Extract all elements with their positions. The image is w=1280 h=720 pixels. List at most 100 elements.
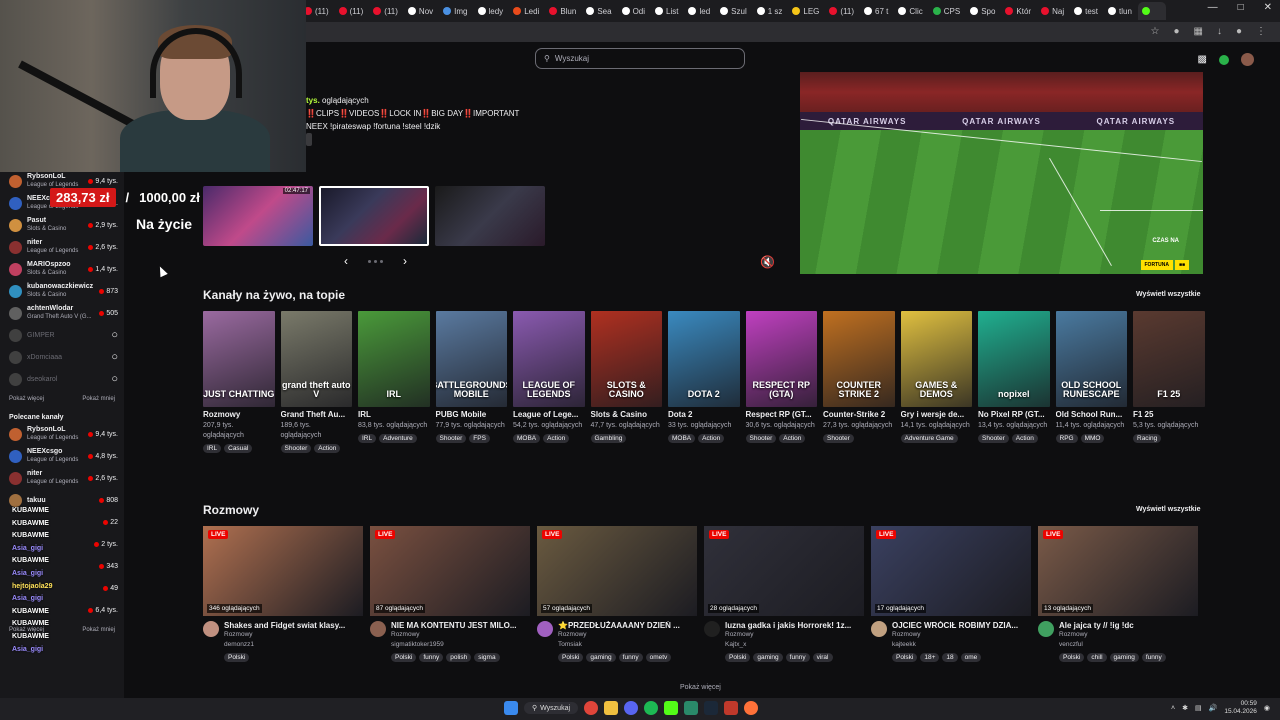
firefox-icon[interactable] xyxy=(744,701,759,715)
stream-card[interactable]: LIVE 87 oglądających NIE MA KONTENTU JEST … xyxy=(370,526,530,662)
sidebar-channel[interactable]: GIMPER ○ xyxy=(0,324,124,346)
category-card[interactable]: JUST CHATTING Rozmowy 207,9 tys. oglądając… xyxy=(203,311,275,453)
tag-pill[interactable]: ometv xyxy=(645,653,672,662)
steam-icon[interactable] xyxy=(704,701,719,715)
stream-preview[interactable]: LIVE 28 oglądających xyxy=(704,526,864,616)
categories-see-all-link[interactable]: Wyświetl wszystkie xyxy=(1136,291,1200,298)
stream-card[interactable]: LIVE 13 oglądających Ale jajca ty // !ig !… xyxy=(1038,526,1198,662)
stream-card[interactable]: LIVE 57 oglądających ⭐PRZEDŁUŻAAAANY DZIEŃ… xyxy=(537,526,697,662)
bluetooth-icon[interactable]: ✱ xyxy=(1182,704,1188,712)
stream-channel[interactable]: venczful xyxy=(1059,640,1194,650)
browser-tab[interactable]: List xyxy=(651,2,682,20)
category-art[interactable]: RESPECT RP (GTA) xyxy=(745,311,817,407)
tag-pill[interactable]: Polski xyxy=(725,653,751,662)
close-icon[interactable]: ✕ xyxy=(1264,2,1272,13)
tag-pill[interactable]: Polski xyxy=(1059,653,1085,662)
browser-tab[interactable]: Nov xyxy=(404,2,437,20)
browser-tab[interactable]: Ledi xyxy=(509,2,543,20)
tag-pill[interactable]: Racing xyxy=(1133,434,1162,443)
sidebar-channel[interactable]: niter League of Legends 2,6 tys. xyxy=(0,236,124,258)
browser-tab[interactable]: (11) xyxy=(335,2,368,20)
stream-card[interactable]: LIVE 28 oglądających luzna gadka i jakis H… xyxy=(704,526,864,662)
category-art[interactable]: DOTA 2 xyxy=(668,311,740,407)
maximize-icon[interactable]: □ xyxy=(1238,2,1244,13)
notification-bell-icon[interactable]: ◉ xyxy=(1264,704,1270,712)
tag-pill[interactable]: Shooter xyxy=(435,434,467,443)
category-card[interactable]: BATTLEGROUNDS MOBILE PUBG Mobile 77,9 tys.… xyxy=(435,311,507,453)
browser-tab[interactable]: LEG xyxy=(788,2,823,20)
stream-card[interactable]: LIVE 17 oglądających OJCIEC WRÓCIŁ ROBIMY … xyxy=(871,526,1031,662)
tag-pill[interactable]: funny xyxy=(618,653,643,662)
tag-pill[interactable]: sigma xyxy=(474,653,500,662)
chevron-left-icon[interactable]: ‹ xyxy=(344,254,348,268)
kick-icon[interactable] xyxy=(1219,54,1229,65)
tag-pill[interactable]: ome xyxy=(960,653,982,662)
tag-pill[interactable]: Gambling xyxy=(590,434,627,443)
avatar[interactable] xyxy=(537,621,553,637)
category-art[interactable]: OLD SCHOOL RUNESCAPE xyxy=(1055,311,1127,407)
stream-channel[interactable]: sigmatiktoker1959 xyxy=(391,640,526,650)
category-card[interactable]: LEAGUE OF LEGENDS League of Lege... 54,2 t… xyxy=(513,311,585,453)
streams-see-all-link[interactable]: Wyświetl wszystkie xyxy=(1136,506,1200,513)
discord-icon[interactable] xyxy=(624,701,639,715)
profile-icon[interactable]: ● xyxy=(1236,26,1242,37)
browser-tab[interactable]: 1 sz xyxy=(753,2,787,20)
tag-pill[interactable]: polish xyxy=(446,653,472,662)
stream-channel[interactable]: demonzz1 xyxy=(224,640,359,650)
network-icon[interactable]: ▤ xyxy=(1195,704,1202,712)
sidebar-channel[interactable]: niter League of Legends 2,6 tys. xyxy=(0,467,124,489)
stream-preview[interactable]: LIVE 87 oglądających xyxy=(370,526,530,616)
category-art[interactable]: F1 25 xyxy=(1133,311,1205,407)
browser-tab[interactable]: Odi xyxy=(618,2,649,20)
tag-pill[interactable]: Polski xyxy=(391,653,417,662)
tag-pill[interactable]: Adventure xyxy=(379,434,417,443)
show-more-link[interactable]: Pokaż więcej xyxy=(9,396,44,402)
stream-channel[interactable]: Kajtx_x xyxy=(725,640,860,650)
category-name[interactable]: Old School Run... xyxy=(1056,410,1128,419)
stream-preview[interactable]: LIVE 57 oglądających xyxy=(537,526,697,616)
browser-tab[interactable]: test xyxy=(1070,2,1102,20)
tag-pill[interactable]: MMO xyxy=(1080,434,1105,443)
carousel-thumb-active[interactable] xyxy=(319,186,429,246)
extension-icon[interactable]: ● xyxy=(1173,26,1179,37)
spotify-icon[interactable] xyxy=(644,701,659,715)
browser-tab[interactable]: Szul xyxy=(716,2,751,20)
category-art[interactable]: GAMES & DEMOS xyxy=(900,311,972,407)
category-card[interactable]: OLD SCHOOL RUNESCAPE Old School Run... 11,… xyxy=(1055,311,1128,453)
chevron-up-icon[interactable]: ˄ xyxy=(1171,705,1175,712)
chevron-right-icon[interactable]: › xyxy=(403,254,407,268)
tag-pill[interactable]: viral xyxy=(812,653,833,662)
tag-pill[interactable]: 18+ xyxy=(920,653,940,662)
category-art[interactable]: BATTLEGROUNDS MOBILE xyxy=(435,311,507,407)
sidebar-channel[interactable]: achtenWlodar Grand Theft Auto V (G... 505 xyxy=(0,302,124,324)
tag-pill[interactable]: chill xyxy=(1087,653,1107,662)
clock[interactable]: 00:59 15.04.2026 xyxy=(1224,700,1257,716)
avatar[interactable] xyxy=(871,621,887,637)
browser-tab[interactable] xyxy=(1137,2,1166,20)
browser-tab[interactable]: tlun xyxy=(1104,2,1136,20)
browser-tab[interactable]: Img xyxy=(439,2,471,20)
category-name[interactable]: Gry i wersje de... xyxy=(901,410,973,419)
browser-tab[interactable]: 67 t xyxy=(860,2,892,20)
tag-pill[interactable]: RPG xyxy=(1055,434,1078,443)
category-name[interactable]: Dota 2 xyxy=(668,410,740,419)
category-card[interactable]: RESPECT RP (GTA) Respect RP (GT... 30,6 ty… xyxy=(745,311,818,453)
category-name[interactable]: Respect RP (GT... xyxy=(746,410,818,419)
tag-pill[interactable]: Action xyxy=(1011,434,1038,443)
stream-category[interactable]: Rozmowy xyxy=(558,630,693,640)
tag-pill[interactable]: gaming xyxy=(586,653,616,662)
tag-pill[interactable]: Action xyxy=(314,444,341,453)
tag-pill[interactable]: Action xyxy=(543,434,570,443)
shield-icon[interactable] xyxy=(724,701,739,715)
show-less-link[interactable]: Pokaż mniej xyxy=(82,396,115,402)
stream-category[interactable]: Rozmowy xyxy=(1059,630,1194,640)
user-avatar[interactable] xyxy=(1241,53,1254,66)
category-name[interactable]: IRL xyxy=(358,410,430,419)
search-input[interactable]: ⚲ Wyszukaj xyxy=(535,48,745,69)
minimize-icon[interactable]: — xyxy=(1208,2,1218,13)
carousel-thumb[interactable]: 02:47:17 xyxy=(203,186,313,246)
avatar[interactable] xyxy=(1038,621,1054,637)
mute-icon[interactable]: 🔇 xyxy=(760,255,775,269)
taskbar-search[interactable]: ⚲ Wyszukaj xyxy=(524,702,579,714)
tag-pill[interactable]: MOBA xyxy=(513,434,541,443)
